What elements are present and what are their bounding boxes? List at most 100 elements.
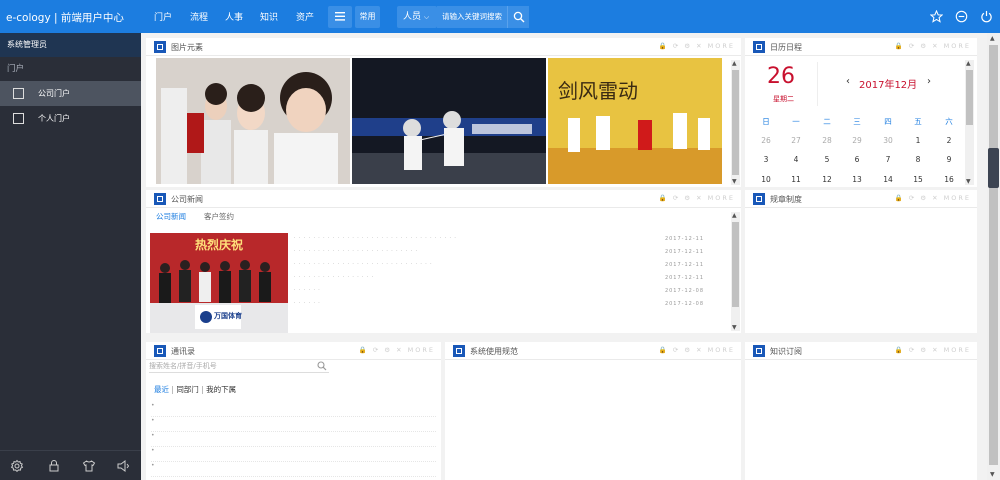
calendar-day[interactable]: 4 — [781, 155, 811, 164]
panel-tools[interactable]: 🔒 ⟳ ⚙ ✕ MORE — [659, 42, 735, 50]
scroll-down-icon[interactable]: ▼ — [990, 471, 995, 478]
filter-subordinates[interactable]: 我的下属 — [206, 385, 236, 394]
calendar-day[interactable]: 27 — [781, 136, 811, 145]
scroll-down-icon[interactable]: ▼ — [732, 324, 737, 331]
settings-icon[interactable] — [10, 459, 24, 473]
news-item[interactable]: · · · · · · · · · · · · · · · · · · · · … — [294, 236, 704, 244]
filter-recent[interactable]: 最近 — [154, 385, 169, 394]
more-link[interactable]: MORE — [944, 42, 971, 50]
panel-scrollbar[interactable]: ▲ ▼ — [731, 60, 740, 185]
calendar-day[interactable]: 6 — [842, 155, 872, 164]
calendar-day[interactable]: 5 — [812, 155, 842, 164]
news-item-title-placeholder[interactable]: · · · · · · · · · · · · · · · · · · · · … — [294, 249, 418, 254]
panel-tools[interactable]: 🔒 ⟳ ⚙ ✕ MORE — [895, 194, 971, 202]
news-item[interactable]: · · · · · · · · · · · · · · · · · 2017-12… — [294, 275, 704, 283]
common-button[interactable]: 常用 — [355, 6, 380, 28]
scroll-thumb[interactable] — [732, 70, 739, 175]
nav-workflow[interactable]: 流程 — [190, 10, 208, 23]
photo-fencing-match[interactable] — [352, 58, 546, 184]
menu-button[interactable] — [328, 6, 352, 28]
lock-icon[interactable] — [47, 459, 61, 473]
scroll-down-icon[interactable]: ▼ — [966, 178, 971, 185]
scroll-thumb[interactable] — [732, 222, 739, 307]
more-link[interactable]: MORE — [708, 346, 735, 354]
contact-row[interactable]: • — [151, 447, 436, 462]
nav-assets[interactable]: 资产 — [296, 10, 314, 23]
calendar-day[interactable]: 1 — [903, 136, 933, 145]
calendar-day[interactable]: 14 — [873, 175, 903, 184]
scroll-up-icon[interactable]: ▲ — [990, 35, 995, 42]
contact-row[interactable]: • — [151, 417, 436, 432]
more-link[interactable]: MORE — [708, 42, 735, 50]
star-icon[interactable] — [930, 10, 943, 23]
news-item-title-placeholder[interactable]: · · · · · · — [294, 288, 321, 293]
calendar-day[interactable]: 26 — [751, 136, 781, 145]
calendar-day[interactable]: 3 — [751, 155, 781, 164]
calendar-day[interactable]: 28 — [812, 136, 842, 145]
more-link[interactable]: MORE — [408, 346, 435, 354]
next-month-button[interactable]: › — [927, 76, 931, 87]
contacts-search-input[interactable]: 搜索姓名/拼音/手机号 — [149, 359, 329, 373]
more-link[interactable]: MORE — [944, 194, 971, 202]
calendar-day[interactable]: 7 — [873, 155, 903, 164]
shirt-icon[interactable] — [82, 459, 96, 473]
news-item[interactable]: · · · · · · · · · · · · · · · · · · · · … — [294, 262, 704, 270]
search-icon[interactable] — [317, 361, 327, 371]
news-photo[interactable]: 热烈庆祝 万国体育 — [150, 233, 288, 333]
scroll-up-icon[interactable]: ▲ — [966, 60, 971, 67]
news-item-title-placeholder[interactable]: · · · · · · · · · · · · · · · · · · · · … — [294, 236, 457, 241]
sidebar-item-company-portal[interactable]: 公司门户 — [0, 81, 141, 106]
contact-row[interactable]: • — [151, 402, 436, 417]
calendar-day[interactable]: 13 — [842, 175, 872, 184]
calendar-day[interactable]: 16 — [934, 175, 964, 184]
news-item[interactable]: · · · · · · 2017-12-08 — [294, 301, 704, 309]
nav-knowledge[interactable]: 知识 — [260, 10, 278, 23]
search-button[interactable] — [507, 6, 529, 28]
filter-same-dept[interactable]: 同部门 — [176, 385, 199, 394]
sidebar-section-portal[interactable]: 门户 — [0, 57, 141, 81]
nav-hr[interactable]: 人事 — [225, 10, 243, 23]
photo-girls-fencing[interactable] — [156, 58, 350, 184]
scroll-down-icon[interactable]: ▼ — [732, 178, 737, 185]
panel-tools[interactable]: 🔒 ⟳ ⚙ ✕ MORE — [895, 346, 971, 354]
panel-tools[interactable]: 🔒 ⟳ ⚙ ✕ MORE — [359, 346, 435, 354]
calendar-day[interactable]: 11 — [781, 175, 811, 184]
calendar-day[interactable]: 2 — [934, 136, 964, 145]
panel-scrollbar[interactable]: ▲ ▼ — [965, 60, 974, 185]
nav-portal[interactable]: 门户 — [154, 10, 172, 23]
scroll-thumb[interactable] — [989, 45, 998, 465]
prev-month-button[interactable]: ‹ — [846, 76, 850, 87]
contact-row[interactable]: • — [151, 432, 436, 447]
news-item[interactable]: · · · · · · · · · · · · · · · · · · · · … — [294, 249, 704, 257]
more-link[interactable]: MORE — [944, 346, 971, 354]
panel-tools[interactable]: 🔒 ⟳ ⚙ ✕ MORE — [659, 194, 735, 202]
panel-tools[interactable]: 🔒 ⟳ ⚙ ✕ MORE — [659, 346, 735, 354]
panel-tools[interactable]: 🔒 ⟳ ⚙ ✕ MORE — [895, 42, 971, 50]
app-logo[interactable]: e-cology | 前端用户中心 — [6, 10, 124, 25]
minus-circle-icon[interactable] — [955, 10, 968, 23]
news-item[interactable]: · · · · · · 2017-12-08 — [294, 288, 704, 296]
calendar-day[interactable]: 9 — [934, 155, 964, 164]
calendar-day[interactable]: 15 — [903, 175, 933, 184]
photo-kids-training[interactable]: 剑风雷动 — [548, 58, 722, 184]
scroll-up-icon[interactable]: ▲ — [732, 60, 737, 67]
calendar-day[interactable]: 30 — [873, 136, 903, 145]
sidebar-user[interactable]: 系统管理员 — [0, 33, 141, 57]
sidebar-item-personal-portal[interactable]: 个人门户 — [0, 106, 141, 131]
tab-customer-signing[interactable]: 客户签约 — [204, 211, 234, 222]
more-link[interactable]: MORE — [708, 194, 735, 202]
people-select[interactable]: 人员 ⌵ — [397, 6, 437, 28]
calendar-day[interactable]: 29 — [842, 136, 872, 145]
calendar-day[interactable]: 10 — [751, 175, 781, 184]
contact-row[interactable]: • — [151, 462, 436, 477]
side-tool-tab[interactable] — [988, 148, 999, 188]
page-scrollbar[interactable]: ▲ ▼ — [987, 33, 1000, 480]
panel-scrollbar[interactable]: ▲ ▼ — [731, 212, 740, 331]
calendar-day[interactable]: 8 — [903, 155, 933, 164]
calendar-day[interactable]: 12 — [812, 175, 842, 184]
speaker-icon[interactable] — [116, 459, 130, 473]
news-item-title-placeholder[interactable]: · · · · · · — [294, 301, 321, 306]
search-input[interactable]: 请输入关键词搜索 — [437, 6, 507, 28]
scroll-up-icon[interactable]: ▲ — [732, 212, 737, 219]
power-icon[interactable] — [980, 10, 993, 23]
